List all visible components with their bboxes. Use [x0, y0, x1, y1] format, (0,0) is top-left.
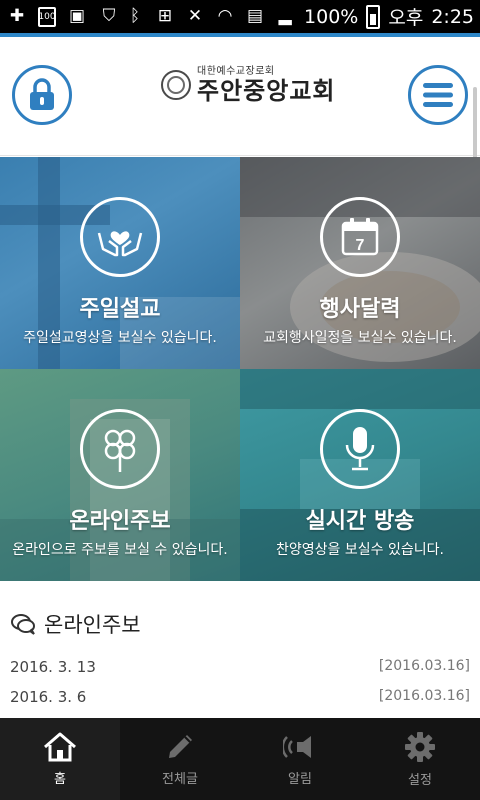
- tile-description: 주일설교영상을 보실수 있습니다.: [23, 330, 217, 346]
- pencil-icon: [169, 734, 192, 758]
- menu-tiles: 주일설교 주일설교영상을 보실수 있습니다. 7 행사달력 교회행사일정을 보실…: [0, 157, 480, 581]
- nav-label: 홈: [54, 771, 66, 787]
- chat-bubble-icon: [11, 614, 35, 635]
- status-icons-left: ✚ 100 ▣ ⛉: [6, 6, 120, 28]
- battery-percent: 100%: [304, 5, 359, 28]
- nav-home[interactable]: 홈: [0, 718, 120, 800]
- app-header: 대한예수교장로회 주안중앙교회: [0, 37, 480, 187]
- battery-icon: [366, 4, 381, 29]
- shield-icon: ⛉: [102, 6, 116, 26]
- nav-label: 전체글: [162, 771, 198, 787]
- image-icon: ▣: [68, 6, 86, 26]
- logo-subtitle: 대한예수교장로회: [197, 66, 275, 77]
- tile-title: 행사달력: [319, 297, 401, 322]
- tile-title: 온라인주보: [69, 509, 171, 534]
- nav-settings[interactable]: 설정: [360, 718, 480, 800]
- nav-all-posts[interactable]: 전체글: [120, 718, 240, 800]
- bulletin-item[interactable]: 2016. 3. 13 [2016.03.16]: [10, 658, 470, 676]
- plus-icon: ✚: [9, 6, 25, 26]
- sim-alert-icon: ▤: [247, 6, 264, 26]
- tile-event-calendar[interactable]: 7 행사달력 교회행사일정을 보실수 있습니다.: [240, 157, 480, 369]
- bottom-navigation: 홈 전체글 알림 설정: [0, 718, 480, 800]
- nav-label: 알림: [288, 771, 312, 787]
- gear-icon: [405, 731, 435, 762]
- tile-live-broadcast[interactable]: 실시간 방송 찬양영상을 보실수 있습니다.: [240, 369, 480, 581]
- heart-hands-icon: [80, 197, 160, 277]
- calendar-icon: 7: [320, 197, 400, 277]
- nav-label: 설정: [408, 772, 432, 788]
- lock-icon: [30, 78, 54, 110]
- bulletin-item-date: [2016.03.16]: [378, 658, 470, 674]
- bulletin-header: 온라인주보: [10, 609, 141, 639]
- nfc-icon: ⊞: [157, 6, 173, 26]
- bulletin-item-title: 2016. 3. 6: [10, 688, 87, 706]
- status-ampm: 오후: [388, 7, 424, 29]
- calendar-number: 7: [356, 237, 365, 254]
- tile-description: 교회행사일정을 보실수 있습니다.: [263, 330, 457, 346]
- tile-title: 실시간 방송: [305, 509, 415, 534]
- flower-icon: [80, 409, 160, 489]
- tile-description: 찬양영상을 보실수 있습니다.: [276, 542, 444, 558]
- logo-title: 주안중앙교회: [197, 77, 336, 105]
- hamburger-menu-icon: [423, 83, 453, 107]
- speaker-icon: [283, 735, 311, 758]
- tile-title: 주일설교: [79, 297, 161, 322]
- bluetooth-icon: ᛒ: [129, 6, 141, 26]
- church-logo: 대한예수교장로회 주안중앙교회: [161, 63, 335, 107]
- lock-button[interactable]: [12, 65, 72, 125]
- menu-button[interactable]: [408, 65, 468, 125]
- bulletin-item-title: 2016. 3. 13: [10, 658, 96, 676]
- tile-sunday-sermon[interactable]: 주일설교 주일설교영상을 보실수 있습니다.: [0, 157, 240, 369]
- tile-online-bulletin[interactable]: 온라인주보 온라인으로 주보를 보실 수 있습니다.: [0, 369, 240, 581]
- church-seal-icon: [161, 70, 191, 100]
- signal-icon: ▂: [278, 6, 292, 26]
- microphone-icon: [320, 409, 400, 489]
- tile-description: 온라인으로 주보를 보실 수 있습니다.: [12, 542, 228, 558]
- status-time: 2:25: [431, 5, 474, 28]
- bulletin-item[interactable]: 2016. 3. 6 [2016.03.16]: [10, 688, 470, 706]
- bulletin-section: 온라인주보 2016. 3. 13 [2016.03.16] 2016. 3. …: [0, 581, 480, 718]
- storage-icon: 100: [38, 6, 56, 27]
- status-icons-right: ᛒ ⊞ ✕ ◠ ▤ ▂ 100% 오후 2:25: [124, 3, 474, 30]
- status-bar: ✚ 100 ▣ ⛉ ᛒ ⊞ ✕ ◠ ▤ ▂ 100% 오후 2:25: [0, 0, 480, 33]
- nav-notifications[interactable]: 알림: [240, 718, 360, 800]
- mute-icon: ✕: [187, 6, 203, 26]
- bulletin-title: 온라인주보: [44, 613, 141, 637]
- bulletin-item-date: [2016.03.16]: [378, 688, 470, 704]
- home-icon: [44, 732, 76, 761]
- wifi-icon: ◠: [217, 6, 233, 26]
